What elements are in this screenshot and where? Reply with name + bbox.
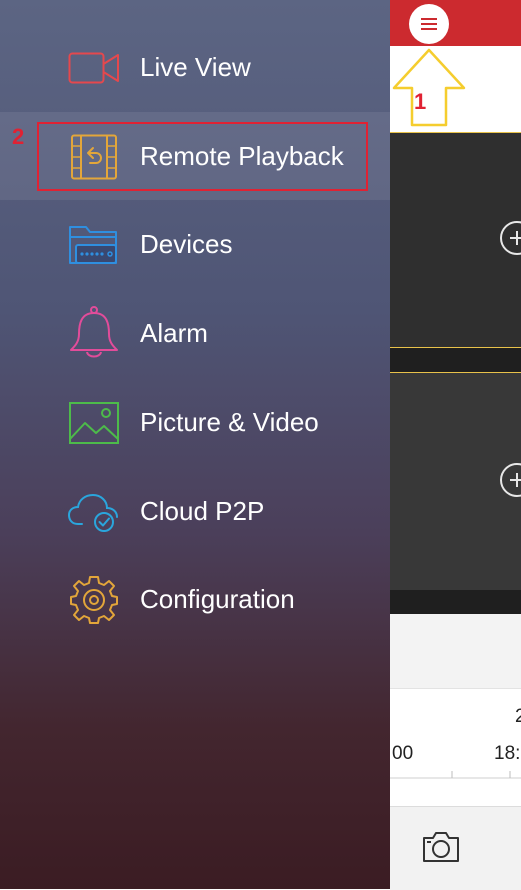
gear-icon: [68, 576, 120, 624]
add-camera-icon[interactable]: [500, 221, 521, 255]
timeline-ruler: [390, 771, 521, 779]
hamburger-icon: [421, 18, 437, 30]
bell-icon: [68, 306, 120, 358]
pane-divider: [390, 348, 521, 372]
menu-item-live-view[interactable]: Live View: [0, 23, 390, 111]
add-camera-icon[interactable]: [500, 463, 521, 497]
camera-snapshot-icon[interactable]: [421, 830, 461, 869]
up-arrow-annotation-icon: [392, 48, 466, 127]
video-camera-icon: [68, 45, 120, 91]
pane-divider: [390, 590, 521, 614]
menu-item-label: Cloud P2P: [140, 496, 265, 526]
video-pane-2[interactable]: [390, 372, 521, 591]
menu-item-label: Alarm: [140, 318, 208, 348]
folder-dvr-icon: [68, 222, 120, 268]
timeline-time-label: 18:: [494, 743, 521, 764]
step-2-label: 2: [12, 124, 25, 149]
control-area: [390, 614, 521, 688]
menu-item-label: Devices: [140, 229, 233, 259]
menu-item-cloud-p2p[interactable]: Cloud P2P: [0, 467, 390, 555]
highlight-box: [37, 122, 368, 191]
bottom-toolbar: [390, 806, 521, 890]
menu-button[interactable]: [409, 4, 449, 44]
timeline-date-label: 2: [515, 706, 521, 727]
menu-item-label: Configuration: [140, 584, 295, 614]
playback-timeline[interactable]: 2 00 18:: [390, 688, 521, 807]
menu-item-configuration[interactable]: Configuration: [0, 555, 390, 643]
picture-icon: [68, 400, 120, 446]
timeline-time-label: 00: [392, 743, 414, 764]
menu-item-devices[interactable]: Devices: [0, 200, 390, 288]
video-pane-1[interactable]: [390, 132, 521, 348]
menu-item-label: Picture & Video: [140, 407, 319, 437]
cloud-check-icon: [68, 489, 120, 535]
menu-item-label: Live View: [140, 52, 251, 82]
step-1-label: 1: [414, 89, 427, 114]
menu-item-picture-video[interactable]: Picture & Video: [0, 378, 390, 466]
menu-item-alarm[interactable]: Alarm: [0, 289, 390, 377]
